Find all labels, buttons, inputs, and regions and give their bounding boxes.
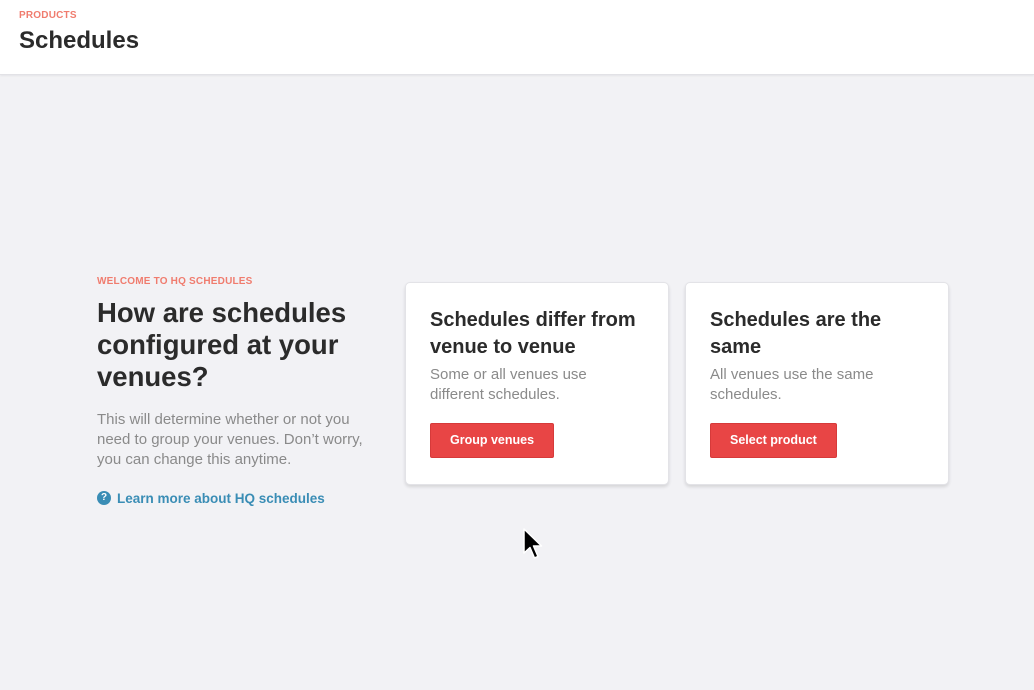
intro-section: WELCOME TO HQ SCHEDULES How are schedule… bbox=[97, 276, 387, 506]
learn-more-label: Learn more about HQ schedules bbox=[117, 490, 325, 506]
select-product-button[interactable]: Select product bbox=[710, 423, 837, 458]
card-description: All venues use the same schedules. bbox=[710, 366, 874, 403]
intro-heading: How are schedules configured at your ven… bbox=[97, 297, 347, 392]
group-venues-button[interactable]: Group venues bbox=[430, 423, 555, 458]
page-header: PRODUCTS Schedules bbox=[0, 0, 1034, 75]
breadcrumb-products[interactable]: PRODUCTS bbox=[19, 10, 77, 21]
help-circle-icon: ? bbox=[97, 491, 111, 505]
intro-description: This will determine whether or not you n… bbox=[97, 411, 363, 468]
option-card-same: Schedules are the same All venues use th… bbox=[685, 282, 949, 485]
learn-more-link[interactable]: ? Learn more about HQ schedules bbox=[97, 491, 325, 506]
mouse-pointer-icon bbox=[523, 528, 543, 559]
page-title: Schedules bbox=[19, 27, 140, 54]
intro-eyebrow: WELCOME TO HQ SCHEDULES bbox=[97, 276, 253, 287]
card-title: Schedules are the same bbox=[710, 309, 882, 358]
card-title: Schedules differ from venue to venue bbox=[430, 309, 636, 358]
option-card-differ: Schedules differ from venue to venue Som… bbox=[405, 282, 669, 485]
card-description: Some or all venues use different schedul… bbox=[430, 366, 587, 403]
page: PRODUCTS Schedules WELCOME TO HQ SCHEDUL… bbox=[0, 0, 1034, 690]
